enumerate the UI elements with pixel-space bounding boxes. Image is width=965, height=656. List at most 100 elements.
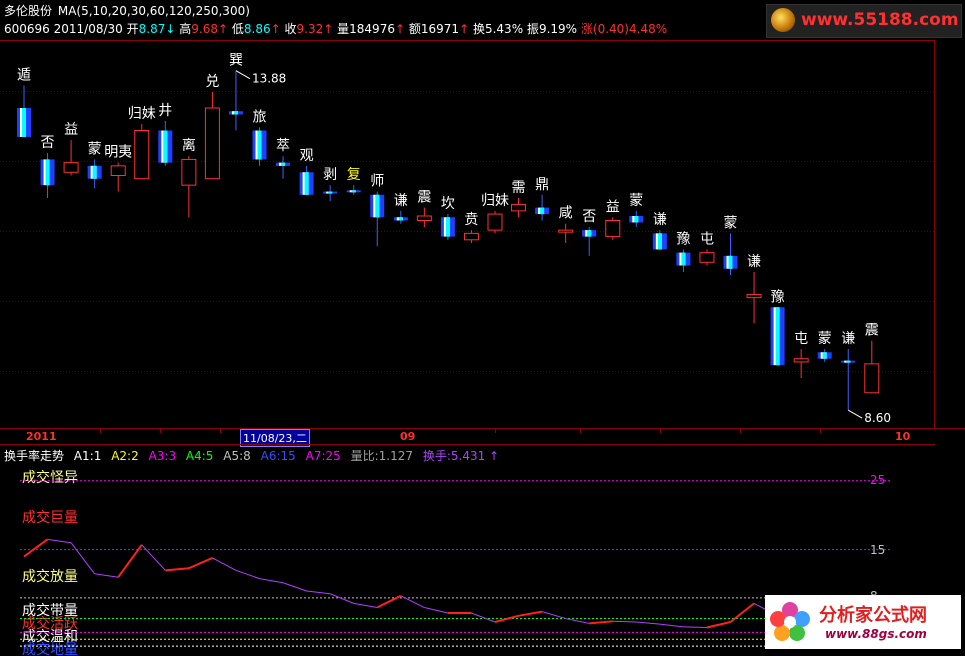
candle-body-up bbox=[181, 158, 197, 186]
date-axis: 2011 11/08/23,二 09 10 bbox=[0, 428, 965, 447]
watermark-title: 分析家公式网 bbox=[819, 605, 927, 626]
change-pct: 4.48% bbox=[629, 22, 668, 36]
turnover-chart[interactable]: 换手率走势 A1:1 A2:2 A3:3 A4:5 A5:8 A6:15 A7:… bbox=[0, 444, 961, 656]
candle-body-up bbox=[793, 358, 809, 363]
candle-body-core bbox=[22, 108, 26, 137]
candle-body-up bbox=[605, 220, 621, 238]
turnover-label: 换 bbox=[472, 22, 485, 36]
close-label: 收 bbox=[284, 22, 297, 36]
high-label: 高 bbox=[179, 22, 192, 36]
candle-hexagram-label: 需 bbox=[512, 180, 526, 196]
candle-hexagram-label: 谦 bbox=[747, 254, 761, 270]
candle-body-core bbox=[681, 252, 686, 266]
turnover-segment bbox=[212, 557, 237, 571]
candle-hexagram-label: 蒙 bbox=[724, 215, 738, 231]
axis-tick bbox=[820, 429, 821, 433]
turnover-segment bbox=[141, 544, 166, 571]
candlestick-svg: 遁否益蒙 明夷归妹 井离兑巽旅萃观剥复师谦震坎贲归妹需 鼎咸 否益 蒙谦豫 屯蒙谦豫屯蒙谦震… bbox=[0, 53, 935, 425]
candle-body-up bbox=[63, 162, 79, 173]
turnover-segment bbox=[541, 611, 566, 620]
candle-body-up bbox=[110, 165, 126, 176]
turnover-segment bbox=[282, 582, 307, 592]
turnover-segment bbox=[659, 623, 684, 628]
candle-hexagram-label: 蒙 bbox=[818, 331, 832, 347]
axis-tick bbox=[220, 429, 221, 433]
turnover-segment bbox=[424, 607, 449, 614]
candle-hexagram-label: 屯 bbox=[700, 231, 714, 247]
candle-hexagram-label: 蒙 bbox=[629, 193, 643, 209]
candle-body-core bbox=[163, 130, 168, 163]
candle-body-core bbox=[281, 162, 286, 166]
turnover-segment bbox=[636, 621, 660, 625]
turnover-segment bbox=[329, 593, 354, 604]
candle-body-core bbox=[304, 172, 309, 195]
candle-hexagram-label: 否 bbox=[582, 209, 596, 225]
close-value: 9.32 bbox=[296, 22, 324, 36]
change-value: (0.40) bbox=[592, 22, 629, 36]
candlestick-chart[interactable]: 遁否益蒙明夷 归妹井离兑巽旅萃观剥复师谦震坎贲归妹需鼎咸否益蒙谦豫屯蒙谦豫屯蒙谦震… bbox=[0, 40, 935, 428]
axis-tick bbox=[580, 429, 581, 433]
candle-body-core bbox=[728, 255, 733, 269]
candle-hexagram-label: 明夷 bbox=[104, 145, 132, 161]
low-marker-line bbox=[848, 409, 863, 419]
candle-body-up bbox=[511, 203, 527, 212]
turnover-segment bbox=[565, 618, 590, 624]
candle-hexagram-label: 复 bbox=[347, 166, 361, 183]
watermark-55188: www.55188.com bbox=[766, 4, 962, 38]
candle-body-up bbox=[487, 213, 503, 231]
amount-label: 额 bbox=[408, 22, 421, 36]
candle-body-core bbox=[822, 352, 827, 359]
candle-body-core bbox=[587, 230, 592, 237]
candle-body-up bbox=[416, 215, 432, 221]
turnover-segment bbox=[94, 573, 119, 578]
candle-body-up bbox=[746, 293, 762, 299]
candle-hexagram-label: 归妹 bbox=[128, 105, 156, 122]
amount-arrow-icon: ↑ bbox=[459, 22, 470, 36]
high-arrow-icon: ↑ bbox=[218, 22, 229, 36]
axis-tick bbox=[160, 429, 161, 433]
turnover-segment bbox=[471, 612, 496, 623]
turnover-value: 5.43% bbox=[484, 22, 524, 36]
turnover-segment bbox=[353, 602, 378, 609]
quote-row: 600696 2011/08/30 开8.87↓ 高9.68↑ 低8.86↑ 收… bbox=[4, 20, 667, 37]
candle-hexagram-label: 剥 bbox=[323, 167, 337, 183]
open-label: 开 bbox=[126, 22, 139, 36]
change-label: 涨 bbox=[580, 22, 593, 36]
turnover-segment bbox=[23, 538, 49, 558]
candle-body-up bbox=[463, 232, 479, 241]
low-value: 8.86 bbox=[243, 22, 271, 36]
candle-body-core bbox=[775, 307, 780, 366]
turnover-segment bbox=[188, 557, 213, 570]
turnover-segment bbox=[165, 567, 189, 572]
low-label: 低 bbox=[231, 22, 244, 36]
open-value: 8.87 bbox=[138, 22, 166, 36]
candle-hexagram-label: 谦 bbox=[653, 212, 667, 228]
candle-hexagram-label: 谦 bbox=[841, 331, 855, 347]
stock-chart-window: 多伦股份 MA(5,10,20,30,60,120,250,300) 60069… bbox=[0, 0, 965, 656]
candle-body-core bbox=[398, 217, 403, 221]
candle-hexagram-label: 萃 bbox=[276, 138, 290, 154]
candle-body-core bbox=[634, 216, 639, 223]
candle-hexagram-label: 豫 bbox=[676, 231, 690, 247]
candle-body-core bbox=[45, 159, 50, 186]
turnover-segment bbox=[259, 578, 284, 584]
high-marker-line bbox=[235, 70, 251, 80]
candle-body-core bbox=[540, 207, 545, 215]
turnover-segment bbox=[518, 610, 543, 617]
candle-body-core bbox=[351, 190, 356, 193]
volume-arrow-icon: ↑ bbox=[394, 22, 406, 36]
candle-hexagram-label: 井 bbox=[158, 103, 172, 119]
candle-body-core bbox=[328, 191, 333, 194]
candle-body-core bbox=[233, 111, 238, 115]
candle-hexagram-label: 观 bbox=[300, 148, 314, 164]
candle-hexagram-label: 咸 bbox=[559, 206, 573, 222]
ma-label: MA(5,10,20,30,60,120,250,300) bbox=[57, 4, 250, 18]
low-arrow-icon: ↑ bbox=[270, 22, 281, 36]
candle-hexagram-label: 贲 bbox=[464, 212, 478, 228]
candle-hexagram-label: 坎 bbox=[441, 196, 455, 212]
candle-hexagram-label: 离 bbox=[182, 137, 196, 154]
axis-tick bbox=[740, 429, 741, 433]
candle-body-core bbox=[657, 233, 662, 250]
candle-hexagram-label: 震 bbox=[865, 323, 879, 339]
open-arrow-icon: ↓ bbox=[165, 22, 176, 36]
